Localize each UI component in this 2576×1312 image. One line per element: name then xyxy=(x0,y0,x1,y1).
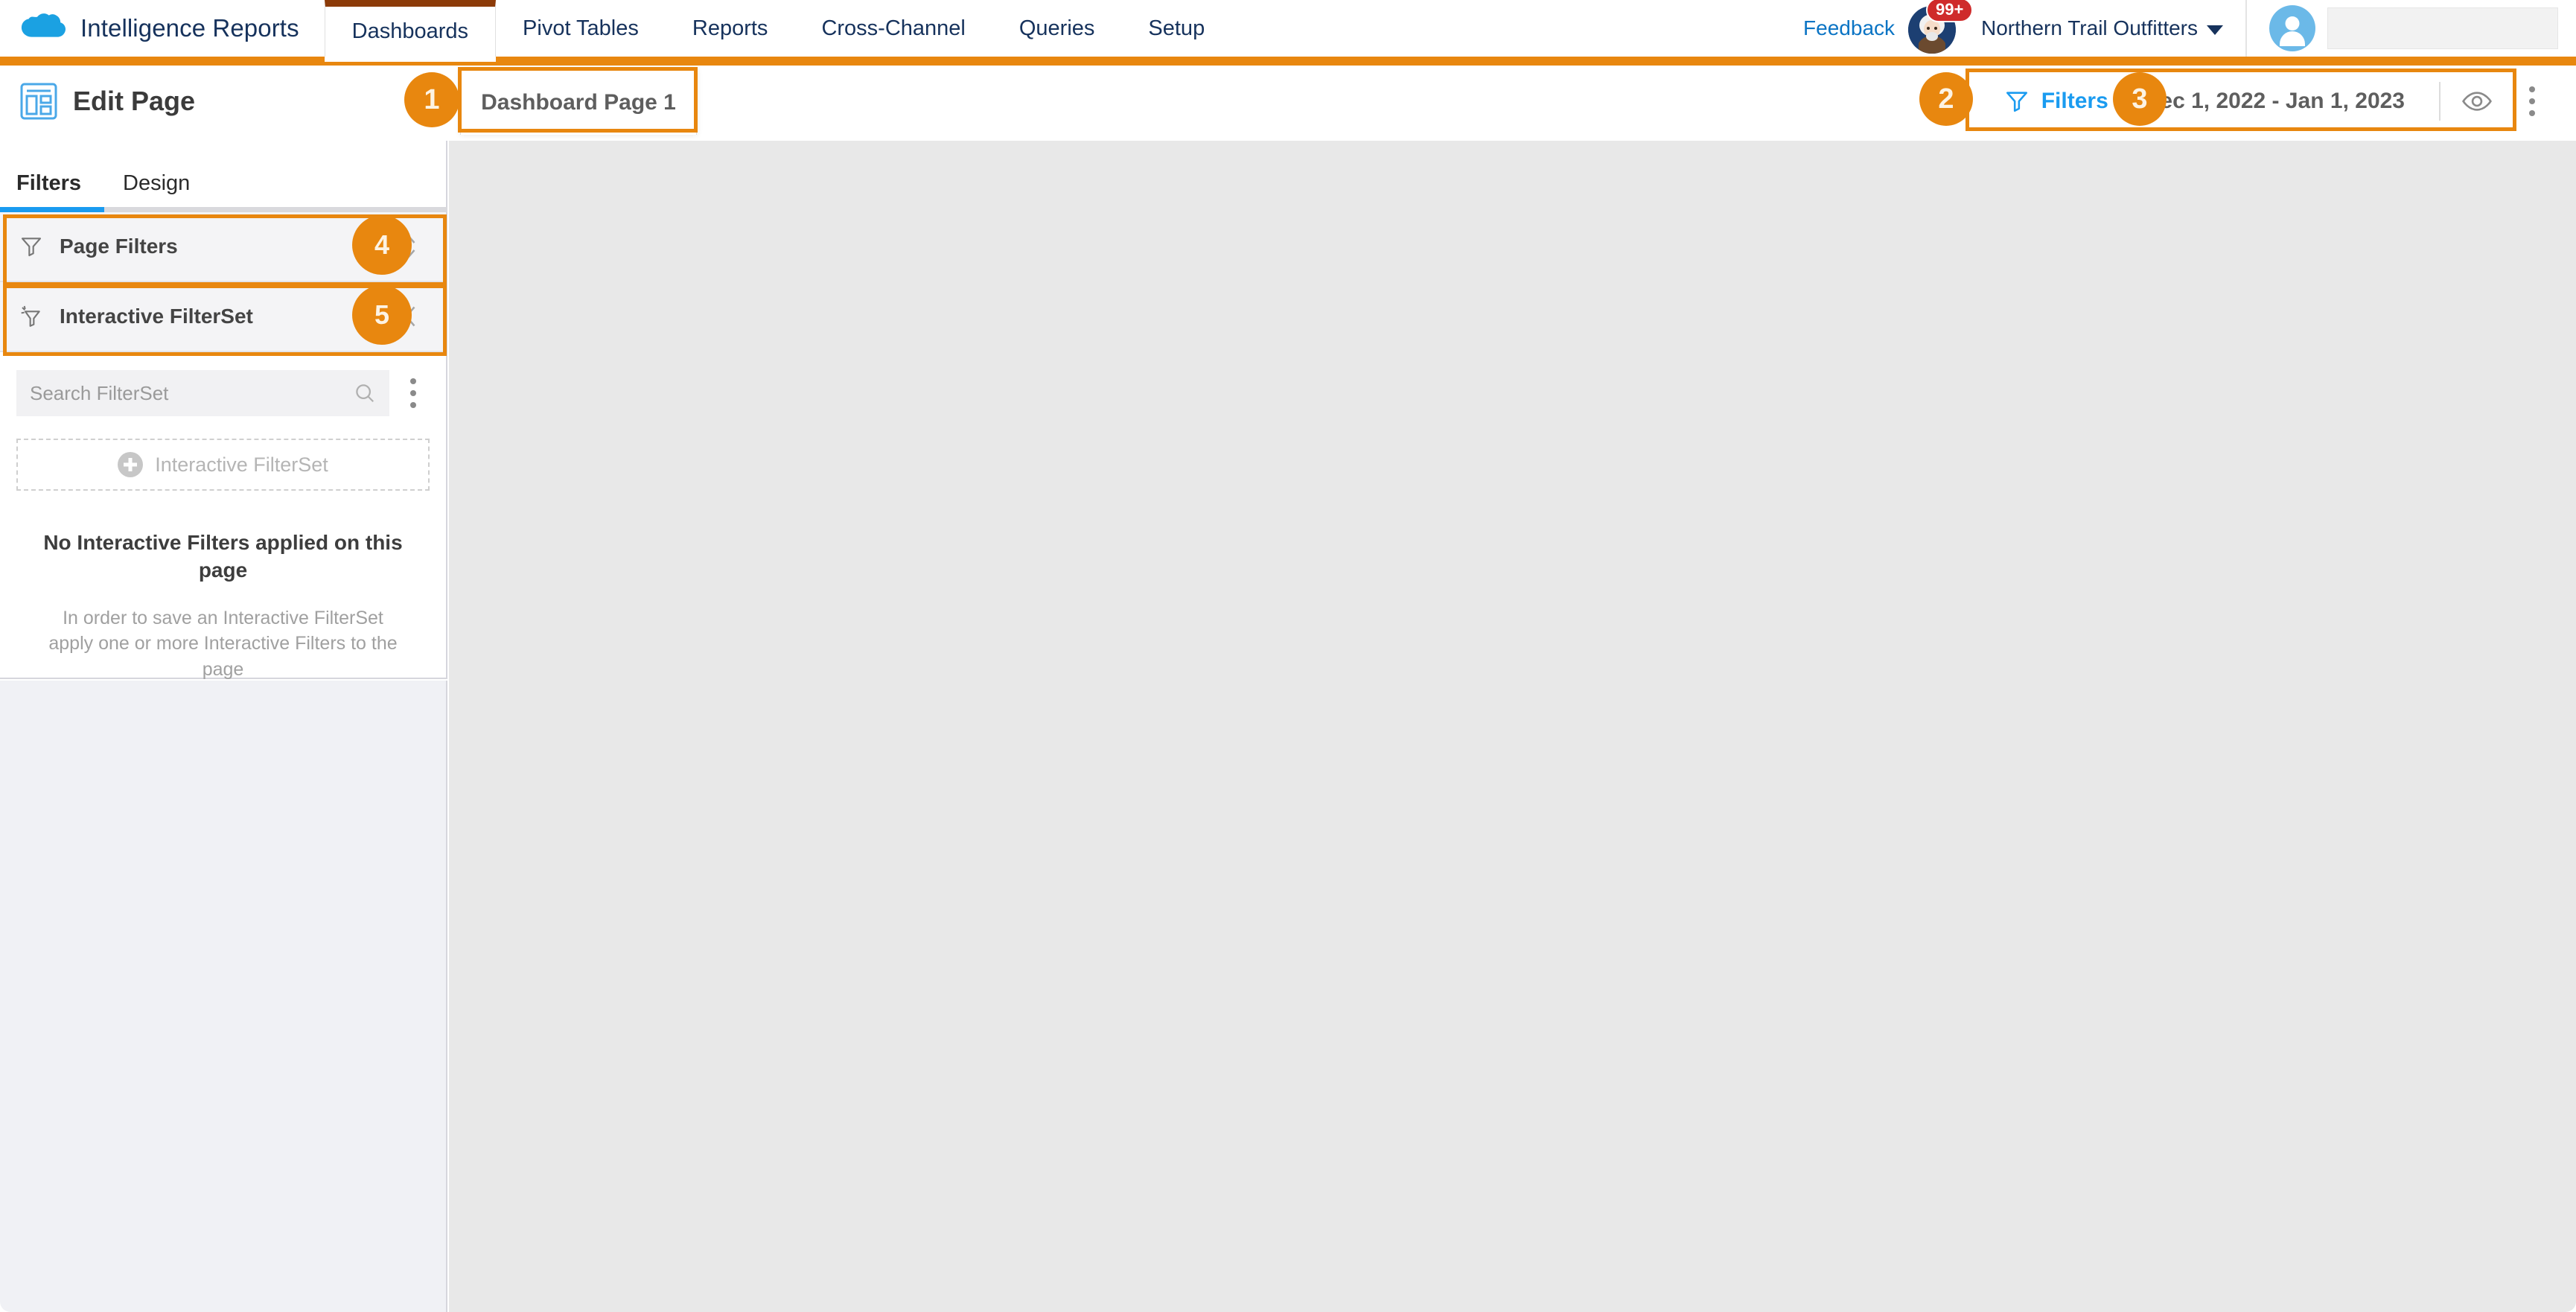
edit-page-bar: Edit Page Dashboard Page 1 Filters Dec 1… xyxy=(0,62,2576,141)
add-interactive-filterset-button[interactable]: Interactive FilterSet xyxy=(16,439,430,491)
eye-icon xyxy=(2462,92,2492,111)
nav-tab-cross-channel[interactable]: Cross-Channel xyxy=(794,0,992,57)
nav-tab-label: Queries xyxy=(1018,16,1095,40)
einstein-assistant-button[interactable]: 99+ xyxy=(1908,0,1974,55)
dashboard-canvas[interactable] xyxy=(449,141,2576,1312)
nav-tab-label: Setup xyxy=(1148,16,1205,40)
funnel-icon xyxy=(21,238,42,257)
top-navigation-bar: Intelligence Reports Dashboards Pivot Ta… xyxy=(0,0,2576,62)
brand[interactable]: Intelligence Reports xyxy=(0,0,325,57)
search-placeholder: Search FilterSet xyxy=(30,381,169,404)
search-filterset-field[interactable]: Search FilterSet xyxy=(16,370,389,416)
edit-page-heading: Edit Page xyxy=(0,82,447,121)
panel-tab-design[interactable]: Design xyxy=(123,171,190,212)
nav-tab-label: Dashboards xyxy=(351,19,469,43)
panel-tab-filters[interactable]: Filters xyxy=(16,171,81,212)
interactive-filterset-label: Interactive FilterSet xyxy=(60,305,253,328)
page-layout-icon xyxy=(20,83,57,120)
nav-tab-label: Cross-Channel xyxy=(821,16,966,40)
edit-bar-accent-line xyxy=(0,62,2576,66)
preview-button[interactable] xyxy=(2449,74,2505,129)
nav-tab-label: Pivot Tables xyxy=(523,16,639,40)
user-avatar-icon xyxy=(2269,5,2315,51)
left-panel-background xyxy=(0,681,447,1312)
empty-state-title: No Interactive Filters applied on this p… xyxy=(43,531,403,582)
sparkle-funnel-icon xyxy=(21,305,40,327)
plus-circle-icon xyxy=(118,452,144,477)
kebab-menu-icon xyxy=(410,378,416,408)
search-icon xyxy=(356,384,374,403)
nav-tab-dashboards[interactable]: Dashboards xyxy=(324,0,497,62)
user-name-placeholder xyxy=(2327,7,2558,49)
page-filters-label: Page Filters xyxy=(60,235,178,258)
nav-tab-setup[interactable]: Setup xyxy=(1121,0,1232,57)
date-range-selector[interactable]: Dec 1, 2022 - Jan 1, 2023 xyxy=(2134,89,2430,114)
filterset-search-zone: Search FilterSet xyxy=(0,352,446,416)
org-name: Northern Trail Outfitters xyxy=(1981,16,2198,39)
filters-button[interactable]: Filters xyxy=(1979,62,2134,141)
page-title: Edit Page xyxy=(73,86,196,116)
expand-chevrons-icon[interactable] xyxy=(391,226,427,267)
nav-tab-pivot-tables[interactable]: Pivot Tables xyxy=(496,0,666,57)
nav-tab-reports[interactable]: Reports xyxy=(665,0,795,57)
filters-button-label: Filters xyxy=(2041,89,2108,113)
empty-state: No Interactive Filters applied on this p… xyxy=(0,491,446,682)
panel-tab-list: Filters Design xyxy=(0,141,447,212)
feedback-link[interactable]: Feedback xyxy=(1803,16,1895,40)
brand-title: Intelligence Reports xyxy=(80,14,299,42)
filters-panel: Filters Design Page Filters Interactive … xyxy=(0,141,447,682)
notification-badge: 99+ xyxy=(1926,0,1974,22)
collapse-chevrons-icon[interactable] xyxy=(391,296,427,337)
filterset-more-button[interactable] xyxy=(397,370,430,416)
edit-bar-controls: Filters Dec 1, 2022 - Jan 1, 2023 xyxy=(1979,62,2560,141)
page-filters-row[interactable]: Page Filters xyxy=(0,212,446,282)
nav-tab-label: Reports xyxy=(692,16,768,40)
empty-state-subtitle: In order to save an Interactive FilterSe… xyxy=(48,607,398,680)
interactive-filterset-row[interactable]: Interactive FilterSet xyxy=(0,282,446,352)
app-window: Intelligence Reports Dashboards Pivot Ta… xyxy=(0,0,2576,1312)
nav-tab-queries[interactable]: Queries xyxy=(992,0,1122,57)
salesforce-cloud-icon xyxy=(21,13,66,37)
org-switcher[interactable]: Northern Trail Outfitters xyxy=(1981,16,2245,40)
funnel-icon xyxy=(2006,92,2027,112)
more-options-button[interactable] xyxy=(2505,74,2560,129)
dashboard-page-tab[interactable]: Dashboard Page 1 xyxy=(460,69,697,135)
divider xyxy=(2439,82,2440,121)
chevron-down-icon xyxy=(2207,25,2223,35)
panel-tab-underline-active xyxy=(0,207,104,212)
user-menu[interactable] xyxy=(2245,0,2576,57)
nav-right-cluster: Feedback 99+ Northern Trail Outfitters xyxy=(1803,0,2576,57)
nav-tab-list: Dashboards Pivot Tables Reports Cross-Ch… xyxy=(324,0,1232,62)
add-interactive-filterset-label: Interactive FilterSet xyxy=(155,453,328,476)
dashboard-page-tab-label: Dashboard Page 1 xyxy=(481,89,676,115)
kebab-menu-icon xyxy=(2529,86,2535,116)
